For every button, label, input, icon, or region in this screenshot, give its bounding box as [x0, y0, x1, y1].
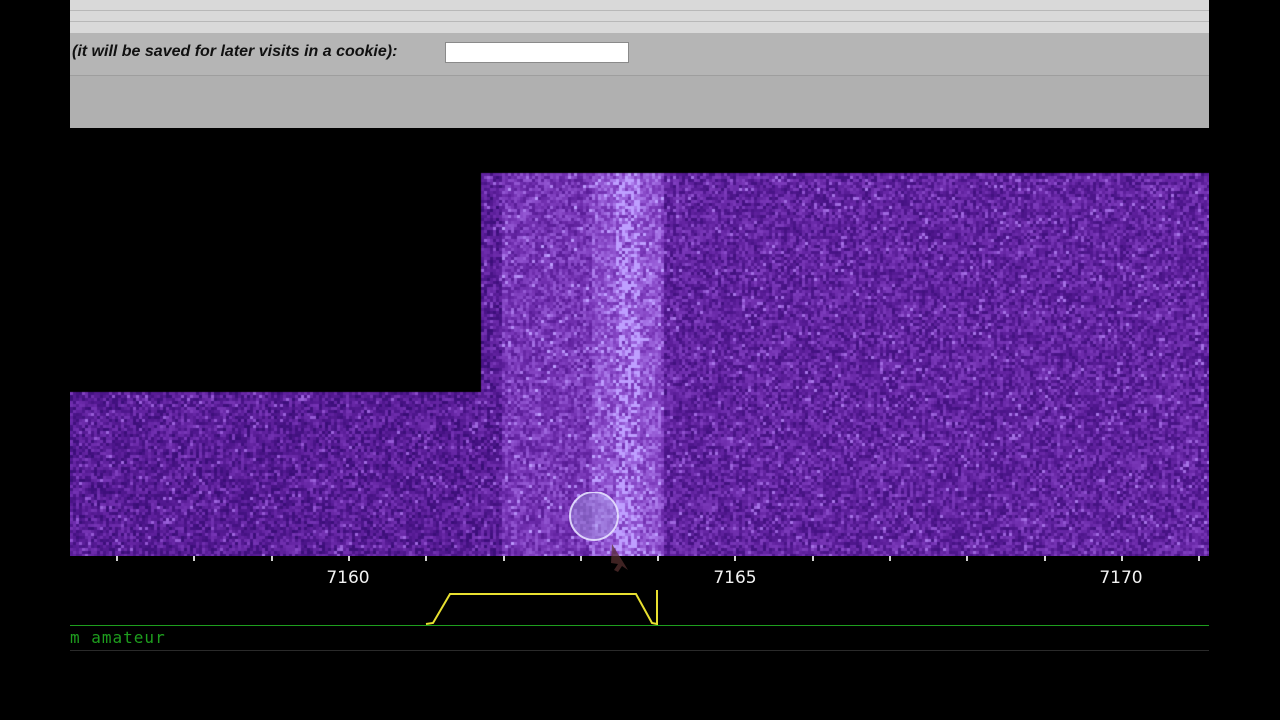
name-form-row: (it will be saved for later visits in a …	[70, 33, 1209, 76]
websdr-page: (it will be saved for later visits in a …	[70, 0, 1209, 720]
scale-ticks	[116, 556, 1200, 561]
mouse-cursor	[568, 491, 628, 572]
cursor-highlight-icon	[569, 491, 619, 541]
band-label: m amateur	[70, 628, 166, 647]
band-divider	[70, 650, 1209, 651]
arrow-pointer-icon	[611, 544, 628, 572]
waterfall-display[interactable]	[70, 128, 1209, 556]
tick-label-7165: 7165	[713, 568, 756, 588]
header-divider	[70, 10, 1209, 11]
name-input[interactable]	[445, 42, 629, 63]
frequency-scale[interactable]: 7160 7165 7170	[70, 556, 1209, 626]
header-divider	[70, 21, 1209, 22]
top-header-strip	[70, 0, 1209, 34]
name-field-label: (it will be saved for later visits in a …	[72, 43, 398, 60]
tick-label-7160: 7160	[326, 568, 369, 588]
form-spacer-panel	[70, 76, 1209, 128]
frequency-scale-graphic[interactable]: 7160 7165 7170	[70, 556, 1209, 626]
tick-label-7170: 7170	[1099, 568, 1142, 588]
passband-indicator[interactable]	[425, 590, 658, 626]
